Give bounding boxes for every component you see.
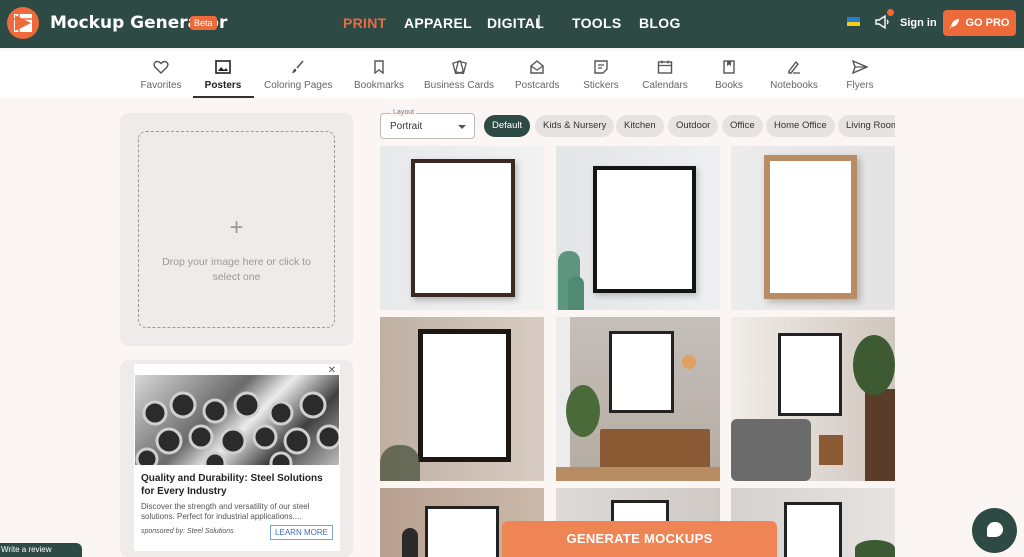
dropzone-text: Drop your image here or click to select … <box>162 256 311 283</box>
write-review-tab[interactable]: Write a review <box>0 543 82 557</box>
nav-tools[interactable]: TOOLS <box>572 15 621 31</box>
brush-icon <box>292 60 304 73</box>
category-label: Bookmarks <box>354 80 405 91</box>
mockup-tile[interactable] <box>380 317 544 481</box>
ukraine-flag-icon[interactable] <box>847 17 860 26</box>
category-flyers[interactable]: Flyers <box>845 60 875 91</box>
top-navigation-bar: Mockup Generator Beta PRINT APPAREL DIGI… <box>0 0 1024 48</box>
ad-title[interactable]: Quality and Durability: Steel Solutions … <box>141 472 331 498</box>
category-label: Posters <box>204 80 242 91</box>
nav-print[interactable]: PRINT <box>343 15 387 31</box>
category-bookmarks[interactable]: Bookmarks <box>354 60 404 91</box>
category-label: Business Cards <box>424 80 495 91</box>
nav-separator: | <box>537 13 541 30</box>
logo-icon[interactable] <box>6 6 40 40</box>
chat-button[interactable] <box>972 508 1017 553</box>
learn-more-button[interactable]: LEARN MORE <box>270 525 333 540</box>
category-favorites[interactable]: Favorites <box>140 60 182 91</box>
chevron-down-icon <box>458 125 466 129</box>
mockup-tile[interactable] <box>556 317 720 481</box>
layout-value: Portrait <box>390 121 423 132</box>
go-pro-button[interactable]: GO PRO <box>943 10 1016 36</box>
ad-description: Discover the strength and versatility of… <box>141 502 310 521</box>
advertisement-panel: ✕ Quality and Durability: Steel Solution… <box>120 360 353 557</box>
mockup-tile[interactable] <box>731 317 895 481</box>
category-label: Favorites <box>140 80 182 91</box>
plus-icon: + <box>229 214 244 241</box>
chip-kitchen[interactable]: Kitchen <box>616 115 664 137</box>
beta-badge: Beta <box>190 16 217 30</box>
category-calendars[interactable]: Calendars <box>642 60 688 91</box>
flyer-icon <box>852 60 868 74</box>
sign-in-link[interactable]: Sign in <box>900 17 937 29</box>
upload-panel: + Drop your image here or click to selec… <box>120 113 353 346</box>
chip-default[interactable]: Default <box>484 115 531 137</box>
category-stickers[interactable]: Stickers <box>583 60 619 91</box>
mockup-tile[interactable] <box>556 146 720 310</box>
chip-home-office[interactable]: Home Office <box>766 115 835 137</box>
heart-icon <box>153 60 169 74</box>
chip-kids-nursery[interactable]: Kids & Nursery <box>535 115 615 137</box>
rocket-icon <box>950 18 960 28</box>
category-bar: Favorites Posters Coloring Pages Bookmar… <box>0 50 1024 98</box>
category-postcards[interactable]: Postcards <box>515 60 559 91</box>
chip-office[interactable]: Office <box>722 115 763 137</box>
notification-dot <box>887 9 894 16</box>
go-pro-label: GO PRO <box>965 17 1010 29</box>
category-coloring-pages[interactable]: Coloring Pages <box>264 60 332 91</box>
category-label: Books <box>715 80 743 91</box>
chip-living-room[interactable]: Living Room <box>838 115 895 137</box>
nav-digital[interactable]: DIGITAL <box>487 15 544 31</box>
nav-blog[interactable]: BLOG <box>639 15 681 31</box>
chat-bubble-icon <box>987 522 1003 537</box>
generate-mockups-button[interactable]: GENERATE MOCKUPS <box>502 521 777 557</box>
ad-sponsor: sponsored by: Steel Solutions <box>141 528 234 535</box>
ad-card[interactable]: ✕ Quality and Durability: Steel Solution… <box>134 364 340 551</box>
category-posters[interactable]: Posters <box>202 60 244 91</box>
layout-select[interactable]: Portrait <box>380 113 475 139</box>
notebook-icon <box>788 60 800 74</box>
active-category-underline <box>193 96 254 98</box>
bookmark-icon <box>374 60 384 74</box>
mockup-tile[interactable] <box>380 146 544 310</box>
sticker-icon <box>594 60 608 74</box>
category-label: Calendars <box>642 80 688 91</box>
cards-icon <box>452 60 467 74</box>
chip-outdoor[interactable]: Outdoor <box>668 115 719 137</box>
review-label: Write a review <box>1 545 52 554</box>
category-label: Flyers <box>846 80 874 91</box>
poster-icon <box>215 60 231 74</box>
mockup-tile[interactable] <box>731 146 895 310</box>
category-label: Coloring Pages <box>264 80 333 91</box>
category-label: Notebooks <box>770 80 818 91</box>
postcard-icon <box>530 60 544 74</box>
category-label: Stickers <box>583 80 619 91</box>
ad-image[interactable] <box>135 375 339 465</box>
category-books[interactable]: Books <box>712 60 746 91</box>
book-icon <box>723 60 735 74</box>
category-notebooks[interactable]: Notebooks <box>770 60 818 91</box>
category-business-cards[interactable]: Business Cards <box>424 60 494 91</box>
nav-apparel[interactable]: APPAREL <box>404 15 472 31</box>
image-dropzone[interactable]: + Drop your image here or click to selec… <box>138 131 335 328</box>
category-label: Postcards <box>515 80 560 91</box>
calendar-icon <box>657 60 673 74</box>
layout-label: Layout <box>391 109 417 116</box>
